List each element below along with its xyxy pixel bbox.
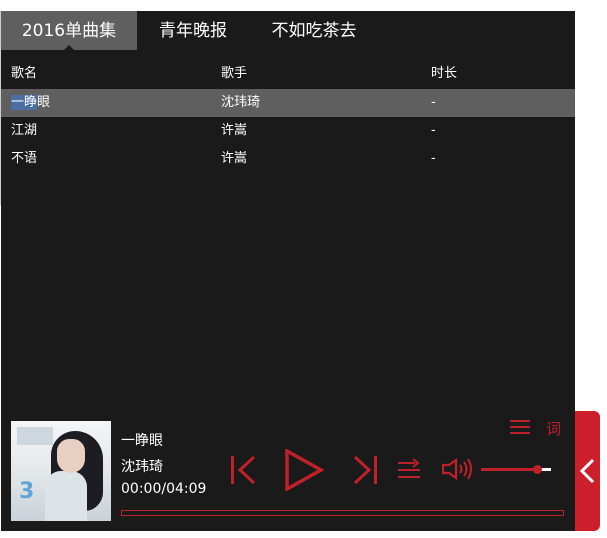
column-header-artist[interactable]: 歌手 [221,61,247,87]
skip-previous-icon [231,455,256,485]
column-header-title[interactable]: 歌名 [11,61,37,87]
speaker-icon [442,458,472,480]
song-title-rest: 眼 [37,95,51,110]
tab-youth-evening-news[interactable]: 青年晚报 [137,11,249,50]
cover-number: 3 [19,479,34,504]
skip-next-icon [353,455,377,485]
cover-logo [17,427,53,445]
play-mode-button[interactable] [398,459,422,481]
song-table-header: 歌名 歌手 时长 [1,61,575,87]
table-row[interactable]: 一睁眼 沈玮琦 - [1,89,575,117]
volume-slider[interactable] [481,465,551,474]
collapse-panel-button[interactable] [575,411,600,531]
album-cover: 3 [11,421,111,521]
now-playing-title: 一睁眼 [121,433,163,449]
table-row[interactable]: 江湖 许嵩 - [1,117,575,145]
play-icon [285,449,324,491]
playback-time: 00:00/04:09 [121,481,207,497]
previous-button[interactable] [230,455,258,485]
playlist-button[interactable] [510,419,532,435]
play-button[interactable] [284,449,324,491]
song-duration: - [431,123,436,138]
song-duration: - [431,95,436,110]
song-artist: 许嵩 [221,151,248,166]
music-player: 2016单曲集 青年晚报 不如吃茶去 歌名 歌手 时长 一睁眼 沈玮琦 - 江湖… [1,11,575,531]
lyrics-button[interactable]: 词 [546,418,561,439]
progress-bar[interactable] [121,510,564,516]
chevron-left-icon [579,458,595,484]
list-icon [510,420,530,434]
volume-level [481,468,537,471]
song-title: 一睁眼 [11,89,50,116]
selected-text: 一睁 [11,95,38,110]
song-title: 江湖 [11,123,38,138]
song-title: 不语 [11,151,38,166]
tab-better-to-drink-tea[interactable]: 不如吃茶去 [249,11,379,50]
column-header-duration[interactable]: 时长 [431,61,457,87]
song-artist: 许嵩 [221,123,248,138]
table-row[interactable]: 不语 许嵩 - [1,145,575,173]
volume-button[interactable] [442,458,474,480]
song-duration: - [431,151,436,166]
volume-handle[interactable] [533,465,542,474]
playlist-tabs: 2016单曲集 青年晚报 不如吃茶去 [1,11,575,51]
next-button[interactable] [351,455,379,485]
play-order-icon [398,459,420,478]
now-playing-artist: 沈玮琦 [121,459,163,475]
song-artist: 沈玮琦 [221,95,261,110]
tab-2016-singles[interactable]: 2016单曲集 [1,11,137,51]
